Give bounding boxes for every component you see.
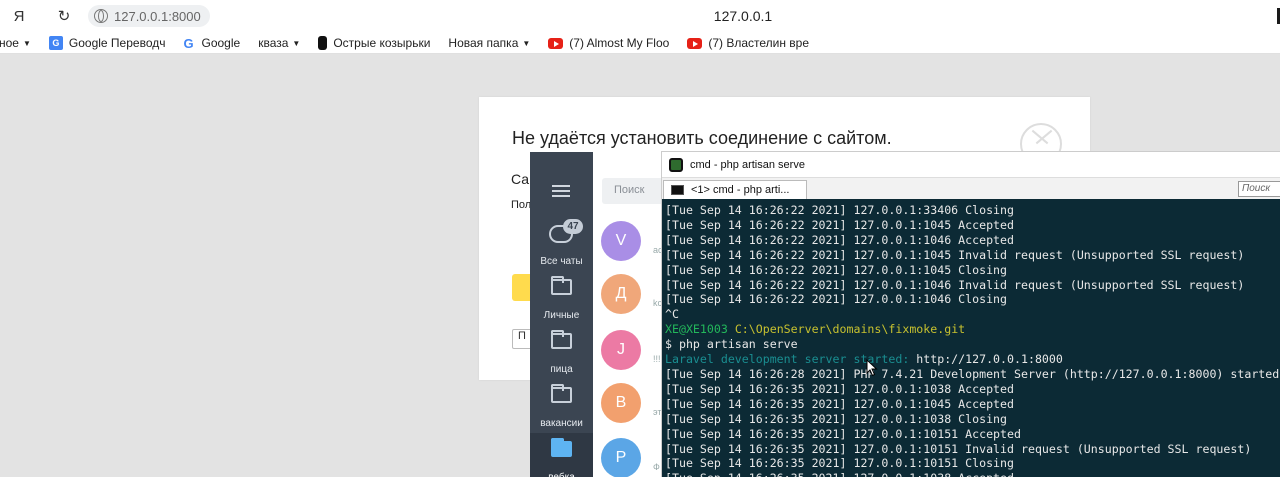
- terminal-line: XE@XE1003 C:\OpenServer\domains\fixmoke.…: [665, 322, 1280, 337]
- sidebar-folder-label: пица: [550, 364, 573, 375]
- terminal-line: [Tue Sep 14 16:26:35 2021] 127.0.0.1:103…: [665, 411, 1008, 426]
- youtube-icon: [548, 37, 564, 49]
- terminal-line: Laravel development server started: http…: [665, 352, 1280, 367]
- error-title: Не удаётся установить соединение с сайто…: [512, 128, 892, 148]
- sidebar-folder-label: вакансии: [540, 418, 583, 429]
- terminal-output[interactable]: [Tue Sep 14 16:26:22 2021] 127.0.0.1:334…: [662, 199, 1280, 477]
- hamburger-menu-icon[interactable]: [552, 185, 570, 197]
- sidebar-folder-item[interactable]: Личные: [530, 271, 593, 325]
- terminal-line: $ php artisan serve: [665, 337, 798, 352]
- bookmark-label: Google Переводч: [68, 36, 166, 50]
- bookmark-label: Новая папка: [448, 36, 519, 50]
- avatar[interactable]: P: [601, 438, 641, 477]
- bookmark-item[interactable]: (7) Almost My Floo: [548, 36, 669, 50]
- terminal-line: [Tue Sep 14 16:26:22 2021] 127.0.0.1:104…: [665, 277, 1245, 292]
- terminal-tab-bar: <1> cmd - php arti... Поиск: [662, 177, 1280, 199]
- terminal-line: ^C: [665, 307, 679, 322]
- terminal-search-input[interactable]: Поиск: [1238, 181, 1280, 197]
- google-translate-icon: G: [48, 36, 63, 50]
- chevron-down-icon: ▼: [522, 38, 531, 48]
- sidebar-folder-label: вебка: [530, 472, 593, 477]
- bookmark-label: (7) Almost My Floo: [569, 36, 670, 50]
- bookmark-item[interactable]: G Google: [184, 36, 241, 51]
- avatar[interactable]: В: [601, 383, 641, 423]
- bookmark-label: кваза: [258, 36, 289, 50]
- chat-preview[interactable]: !!!: [653, 354, 661, 364]
- chat-preview[interactable]: Ф: [653, 462, 660, 472]
- laravel-message: Laravel development server started:: [665, 352, 917, 367]
- bookmark-label: ное: [0, 36, 19, 50]
- folders-sidebar: 47 Все чаты Личные пица вакансии вебка: [530, 152, 593, 477]
- terminal-line: [Tue Sep 14 16:26:22 2021] 127.0.0.1:104…: [665, 217, 1015, 232]
- terminal-line: [Tue Sep 14 16:26:22 2021] 127.0.0.1:104…: [665, 232, 1015, 247]
- bookmark-item[interactable]: ное ▼: [0, 36, 31, 50]
- youtube-icon: [687, 37, 703, 49]
- terminal-window: cmd - php artisan serve <1> cmd - php ar…: [661, 151, 1280, 477]
- folder-icon: [551, 330, 572, 349]
- terminal-line: [Tue Sep 14 16:26:28 2021] PHP 7.4.21 De…: [665, 366, 1280, 381]
- dark-app-icon: [318, 36, 328, 50]
- cmd-icon: [671, 185, 684, 195]
- bookmark-item[interactable]: G Google Переводч: [48, 36, 166, 50]
- bookmark-item[interactable]: (7) Властелин вре: [687, 36, 809, 50]
- sidebar-folder-item[interactable]: вебка: [530, 433, 593, 477]
- bookmark-item[interactable]: Новая папка ▼: [448, 36, 530, 50]
- folder-icon: [551, 276, 572, 295]
- terminal-line: [Tue Sep 14 16:26:22 2021] 127.0.0.1:104…: [665, 262, 1008, 277]
- sidebar-folder-label: Личные: [543, 310, 580, 321]
- error-detail: Пол: [511, 199, 532, 211]
- prompt-path: C:\OpenServer\domains\fixmoke.git: [734, 322, 966, 337]
- chat-search-input[interactable]: Поиск: [602, 178, 665, 204]
- terminal-line: [Tue Sep 14 16:26:35 2021] 127.0.0.1:101…: [665, 441, 1252, 456]
- terminal-line: [Tue Sep 14 16:26:35 2021] 127.0.0.1:101…: [665, 456, 1015, 471]
- sidebar-folder-item[interactable]: 47 Все чаты: [530, 217, 593, 271]
- avatar[interactable]: Д: [601, 274, 641, 314]
- laravel-url: http://127.0.0.1:8000: [916, 352, 1063, 367]
- terminal-line: [Tue Sep 14 16:26:35 2021] 127.0.0.1:101…: [665, 426, 1021, 441]
- sidebar-folder-item[interactable]: вакансии: [530, 379, 593, 433]
- terminal-line: [Tue Sep 14 16:26:35 2021] 127.0.0.1:103…: [665, 471, 1280, 477]
- sidebar-folder-label: Все чаты: [540, 256, 583, 267]
- browser-top-bar: Я ↻ 127.0.0.1:8000 127.0.0.1: [0, 0, 1280, 33]
- prompt-user: XE@XE1003: [665, 322, 735, 337]
- bookmark-label: (7) Властелин вре: [708, 36, 810, 50]
- terminal-line: [Tue Sep 14 16:26:22 2021] 127.0.0.1:104…: [665, 292, 1008, 307]
- sidebar-folder-item[interactable]: пица: [530, 325, 593, 379]
- unread-badge: 47: [563, 219, 583, 234]
- avatar[interactable]: J: [601, 330, 641, 370]
- page-title: 127.0.0.1: [713, 8, 773, 24]
- terminal-tab-cmd[interactable]: <1> cmd - php arti...: [663, 180, 807, 199]
- folder-icon: [551, 384, 572, 403]
- messenger-window: 47Все чатыЛичныепицавакансиивебка Поиск …: [530, 152, 665, 477]
- terminal-line: [Tue Sep 14 16:26:35 2021] 127.0.0.1:103…: [665, 381, 1015, 396]
- terminal-line: [Tue Sep 14 16:26:22 2021] 127.0.0.1:334…: [665, 203, 1015, 217]
- folder-icon: [551, 438, 572, 457]
- bookmark-label: Google: [201, 36, 241, 50]
- terminal-title: cmd - php artisan serve: [690, 158, 805, 171]
- chevron-down-icon: ▼: [22, 38, 31, 48]
- avatar[interactable]: V: [601, 221, 641, 261]
- error-subheading: Са: [511, 171, 530, 187]
- conemu-app-icon: [669, 157, 683, 172]
- bookmark-item[interactable]: Острые козырьки: [318, 36, 430, 50]
- chevron-down-icon: ▼: [292, 38, 301, 48]
- terminal-tab-label: <1> cmd - php arti...: [691, 184, 790, 196]
- bookmark-label: Острые козырьки: [333, 36, 431, 50]
- bookmark-item[interactable]: кваза ▼: [258, 36, 300, 50]
- terminal-line: [Tue Sep 14 16:26:35 2021] 127.0.0.1:104…: [665, 396, 1015, 411]
- bookmarks-bar: ное ▼ G Google Переводч G Google кваза ▼ Острые …: [0, 33, 1280, 54]
- terminal-titlebar: cmd - php artisan serve: [662, 152, 1280, 177]
- google-icon: G: [183, 35, 194, 51]
- terminal-line: [Tue Sep 14 16:26:22 2021] 127.0.0.1:104…: [665, 247, 1245, 262]
